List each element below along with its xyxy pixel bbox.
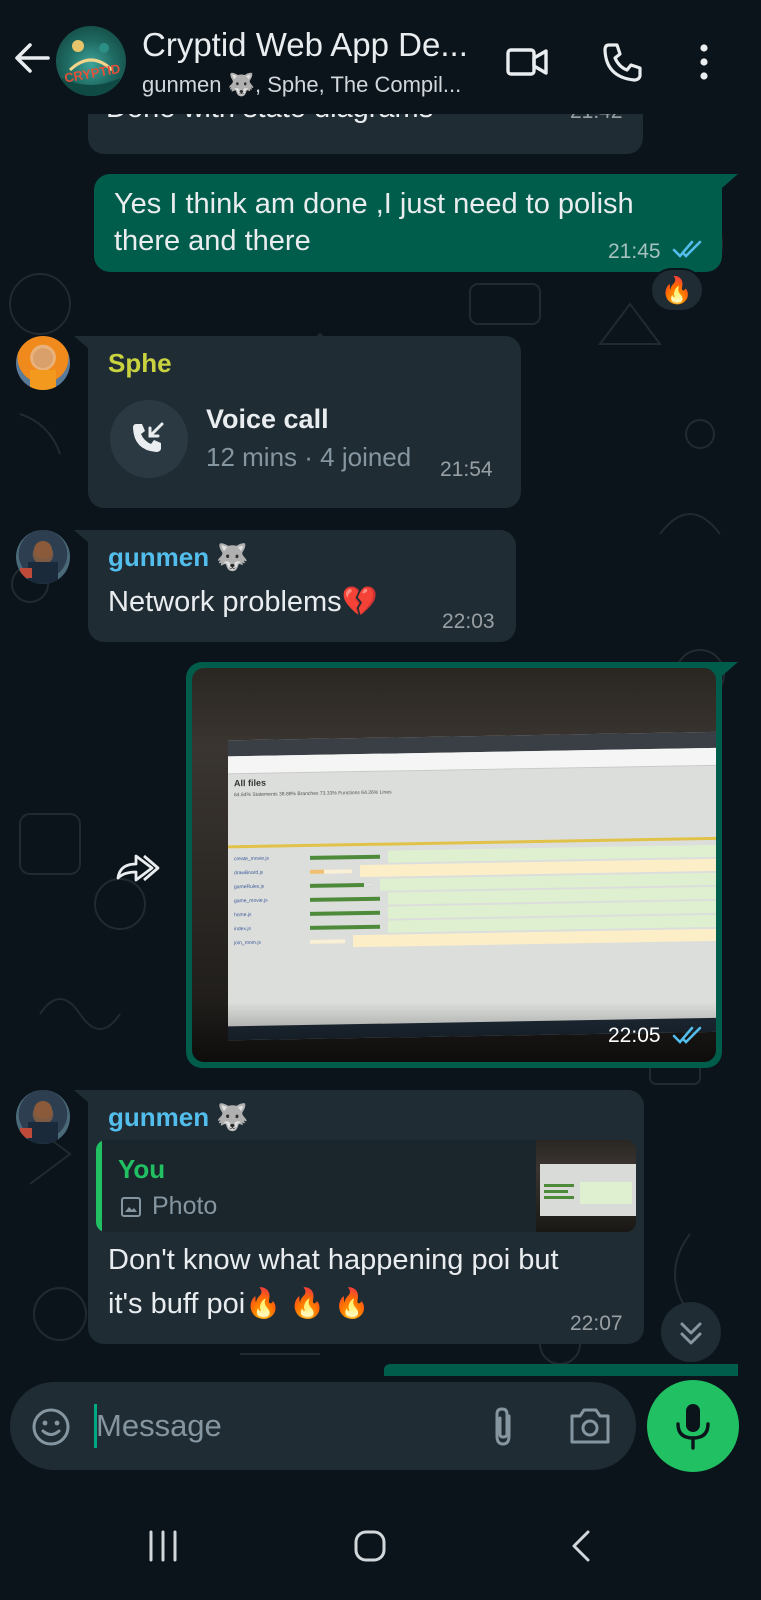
system-navigation-bar	[0, 1490, 761, 1600]
message-bubble[interactable]: gunmen 🐺 Network problems💔 22:03	[88, 530, 516, 642]
read-receipt-icon	[672, 1026, 702, 1044]
quote-accent-bar	[96, 1140, 102, 1232]
file-name: drawBoard.js	[234, 869, 264, 877]
chat-members[interactable]: gunmen 🐺, Sphe, The Compil...	[142, 72, 461, 98]
photographed-screen: All files 64.64% Statements 38.88% Branc…	[228, 731, 716, 1041]
call-title: Voice call	[206, 404, 329, 434]
file-name: home.js	[234, 911, 252, 919]
quote-label: Photo	[152, 1192, 218, 1220]
message-time: 22:05	[608, 1024, 661, 1047]
photo-icon	[121, 1197, 141, 1217]
message-time: 21:45	[608, 240, 661, 263]
avatar[interactable]	[16, 530, 70, 584]
coverage-table: create_movie.js drawBoard.js gameRules.j…	[234, 844, 716, 951]
message-text: Done with state diagrams	[106, 114, 433, 127]
call-detail: 12 mins · 4 joined	[206, 442, 412, 472]
quote-thumbnail	[536, 1140, 636, 1232]
scroll-to-bottom-button[interactable]	[661, 1302, 721, 1362]
thumb-cells	[580, 1182, 632, 1204]
call-icon-circle	[110, 400, 188, 478]
bubble-tail	[74, 336, 90, 350]
message-bubble[interactable]: Sphe Voice call 12 mins · 4 joined 21:54	[88, 336, 521, 508]
incoming-call-icon	[133, 422, 164, 452]
quote-author: You	[118, 1154, 166, 1184]
camera-icon[interactable]	[568, 1406, 612, 1446]
file-name: index.js	[234, 925, 251, 933]
coverage-stats: 64.64% Statements 38.88% Branches 73.33%…	[234, 789, 392, 799]
file-name: create_movie.js	[234, 855, 270, 863]
person-icon	[20, 1101, 58, 1144]
more-options-icon[interactable]	[682, 40, 726, 84]
bubble-tail	[722, 662, 738, 676]
avatar[interactable]	[16, 336, 70, 390]
recent-apps-icon[interactable]	[145, 1528, 181, 1564]
message-text-line: there and there	[114, 225, 311, 257]
chat-header: CRYPTID Cryptid Web App De... gunmen 🐺, …	[0, 0, 761, 114]
bubble-tail	[74, 530, 90, 544]
emoji-icon[interactable]	[30, 1406, 72, 1448]
message-input-bar[interactable]: Message	[10, 1382, 636, 1470]
file-name: gameRules.js	[234, 883, 265, 891]
message-time: 21:42	[570, 114, 623, 124]
thumb-bar	[544, 1184, 574, 1187]
reaction-badge[interactable]: 🔥	[650, 268, 704, 312]
sender-name[interactable]: gunmen 🐺	[108, 1102, 249, 1133]
file-name: join_room.js	[234, 939, 261, 947]
sender-name[interactable]: gunmen 🐺	[108, 542, 249, 573]
forward-icon[interactable]	[112, 848, 162, 888]
bubble-tail	[722, 174, 738, 188]
video-call-icon[interactable]	[505, 40, 549, 84]
coverage-bar	[310, 939, 345, 944]
message-time: 21:54	[440, 458, 493, 481]
coverage-bar	[310, 896, 380, 902]
message-bubble-outgoing[interactable]: Yes I think am done ,I just need to poli…	[94, 174, 722, 272]
thumb-bar	[544, 1196, 574, 1199]
coverage-bar	[310, 854, 380, 860]
message-text-line: Yes I think am done ,I just need to poli…	[114, 188, 634, 220]
call-card[interactable]: Voice call 12 mins · 4 joined 21:54	[102, 386, 507, 494]
message-time: 22:03	[442, 610, 495, 633]
coverage-bar	[310, 882, 372, 888]
message-text-line: Don't know what happening poi but	[108, 1244, 559, 1276]
bubble-tail	[74, 1090, 90, 1104]
person-icon	[20, 541, 58, 584]
coverage-heading: All files	[234, 777, 267, 789]
fire-reaction: 🔥	[660, 275, 694, 305]
coverage-bar	[310, 869, 352, 874]
back-arrow-icon[interactable]	[12, 38, 52, 78]
quote-thumbnail-screen	[540, 1164, 636, 1216]
attach-icon[interactable]	[486, 1404, 520, 1450]
person-icon	[30, 348, 56, 390]
partial-message-bubble	[384, 1364, 738, 1376]
double-chevron-down-icon	[680, 1322, 702, 1345]
photo-thumbnail[interactable]: All files 64.64% Statements 38.88% Branc…	[192, 668, 716, 1062]
microphone-icon	[676, 1404, 710, 1450]
message-bubble[interactable]: Done with state diagrams 21:42	[88, 114, 643, 154]
group-avatar[interactable]: CRYPTID	[56, 26, 126, 96]
coverage-bar	[310, 910, 380, 916]
photo-message[interactable]: All files 64.64% Statements 38.88% Branc…	[186, 662, 722, 1068]
chat-title[interactable]: Cryptid Web App De...	[142, 26, 468, 64]
voice-record-button[interactable]	[647, 1380, 739, 1472]
thumb-bar	[544, 1190, 568, 1193]
quoted-message[interactable]: You Photo	[96, 1140, 636, 1232]
avatar[interactable]	[16, 1090, 70, 1144]
message-input[interactable]: Message	[96, 1408, 222, 1444]
read-receipt-icon	[672, 240, 702, 258]
back-nav-icon[interactable]	[564, 1528, 600, 1564]
message-time: 22:07	[570, 1312, 623, 1335]
sender-name[interactable]: Sphe	[108, 348, 172, 379]
coverage-bar	[310, 924, 380, 930]
message-text: Network problems💔	[108, 586, 378, 618]
chat-area[interactable]: Done with state diagrams 21:42 Yes I thi…	[0, 114, 761, 1376]
file-name: game_movie.js	[234, 897, 268, 905]
voice-call-icon[interactable]	[600, 40, 644, 84]
message-bubble[interactable]: gunmen 🐺 You Photo Don't know what happe…	[88, 1090, 644, 1344]
home-icon[interactable]	[352, 1528, 388, 1564]
message-text-line: it's buff poi🔥 🔥 🔥	[108, 1288, 370, 1320]
